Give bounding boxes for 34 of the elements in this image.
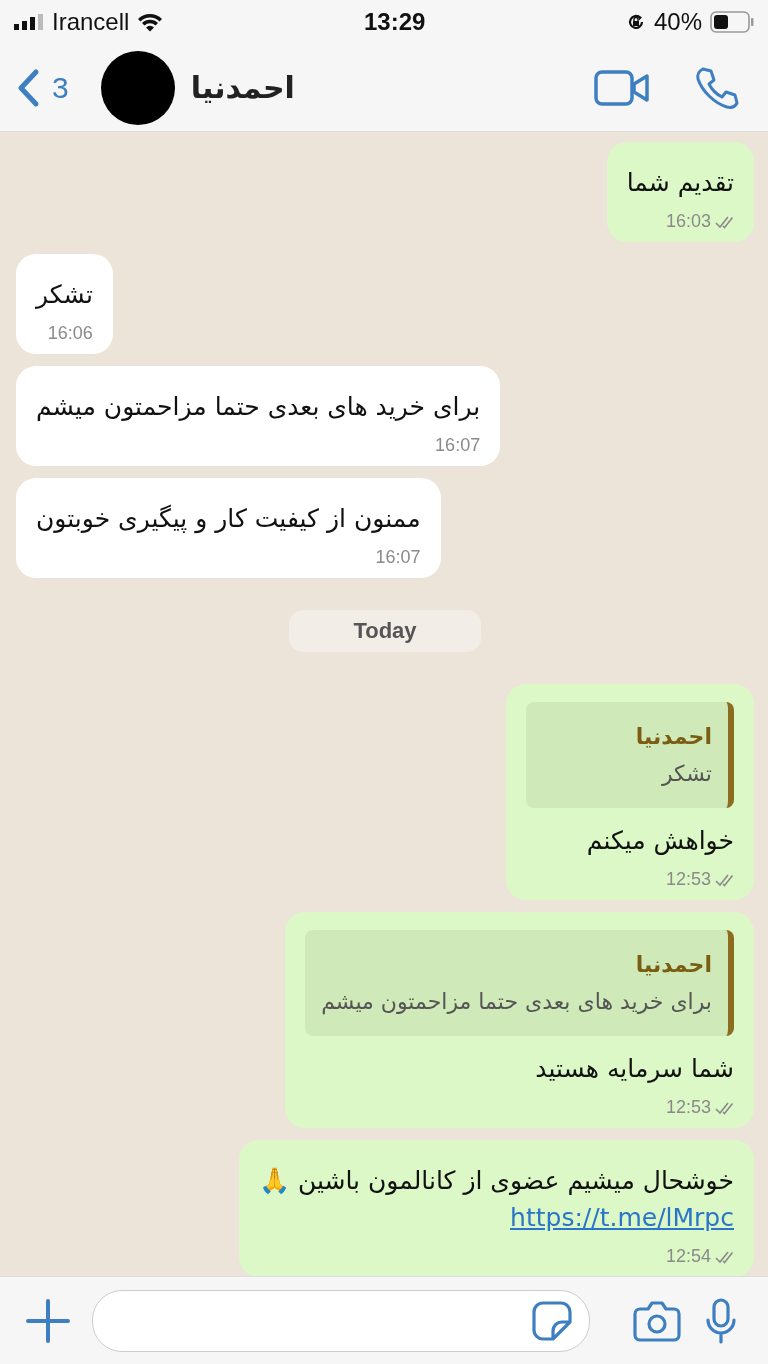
quote-author: احمدنیا xyxy=(634,724,712,749)
message-time: 16:07 xyxy=(435,435,481,456)
message-text: برای خرید های بعدی حتما مزاحمتون میشم xyxy=(36,391,481,421)
quote-author: احمدنیا xyxy=(634,952,712,977)
sticker-icon[interactable] xyxy=(531,1299,573,1342)
plus-icon[interactable] xyxy=(26,1298,70,1343)
battery-percent: 40% xyxy=(653,8,702,36)
carrier-name: Irancell xyxy=(52,8,130,36)
back-button[interactable]: 3 xyxy=(16,67,69,108)
message-time: 16:03 xyxy=(665,211,711,232)
message-text: تقدیم شما xyxy=(626,167,734,197)
quote-text: برای خرید های بعدی حتما مزاحمتون میشم xyxy=(321,989,712,1014)
microphone-icon[interactable] xyxy=(704,1297,738,1344)
status-time: 13:29 xyxy=(363,8,426,36)
chevron-icon xyxy=(16,67,40,108)
quote-text: تشکر xyxy=(660,761,712,786)
message-time: 12:53 xyxy=(665,1097,711,1118)
message-time: 16:07 xyxy=(375,547,421,568)
message-time: 16:06 xyxy=(47,323,93,344)
message-text: خواهش میکنم xyxy=(585,825,734,855)
message-text: شما سرمایه هستید xyxy=(534,1053,734,1083)
message-text: ممنون از کیفیت کار و پیگیری خوبتون xyxy=(36,503,421,533)
message-link[interactable]: https://t.me/lMrpc xyxy=(259,1203,734,1232)
wifi-icon xyxy=(137,12,164,32)
signal-icon xyxy=(14,14,44,30)
message-time: 12:54 xyxy=(665,1246,711,1267)
message-time: 12:53 xyxy=(665,869,711,890)
message-text: خوشحال میشیم عضوی از کانالمون باشین 🙏 xyxy=(259,1165,734,1195)
message-text: تشکر xyxy=(36,279,93,309)
date-label: Today xyxy=(289,610,481,652)
battery-icon xyxy=(710,11,754,33)
contact-name[interactable]: احمدنیا xyxy=(190,70,295,105)
video-call-icon[interactable] xyxy=(594,67,650,108)
camera-icon[interactable] xyxy=(632,1299,682,1342)
